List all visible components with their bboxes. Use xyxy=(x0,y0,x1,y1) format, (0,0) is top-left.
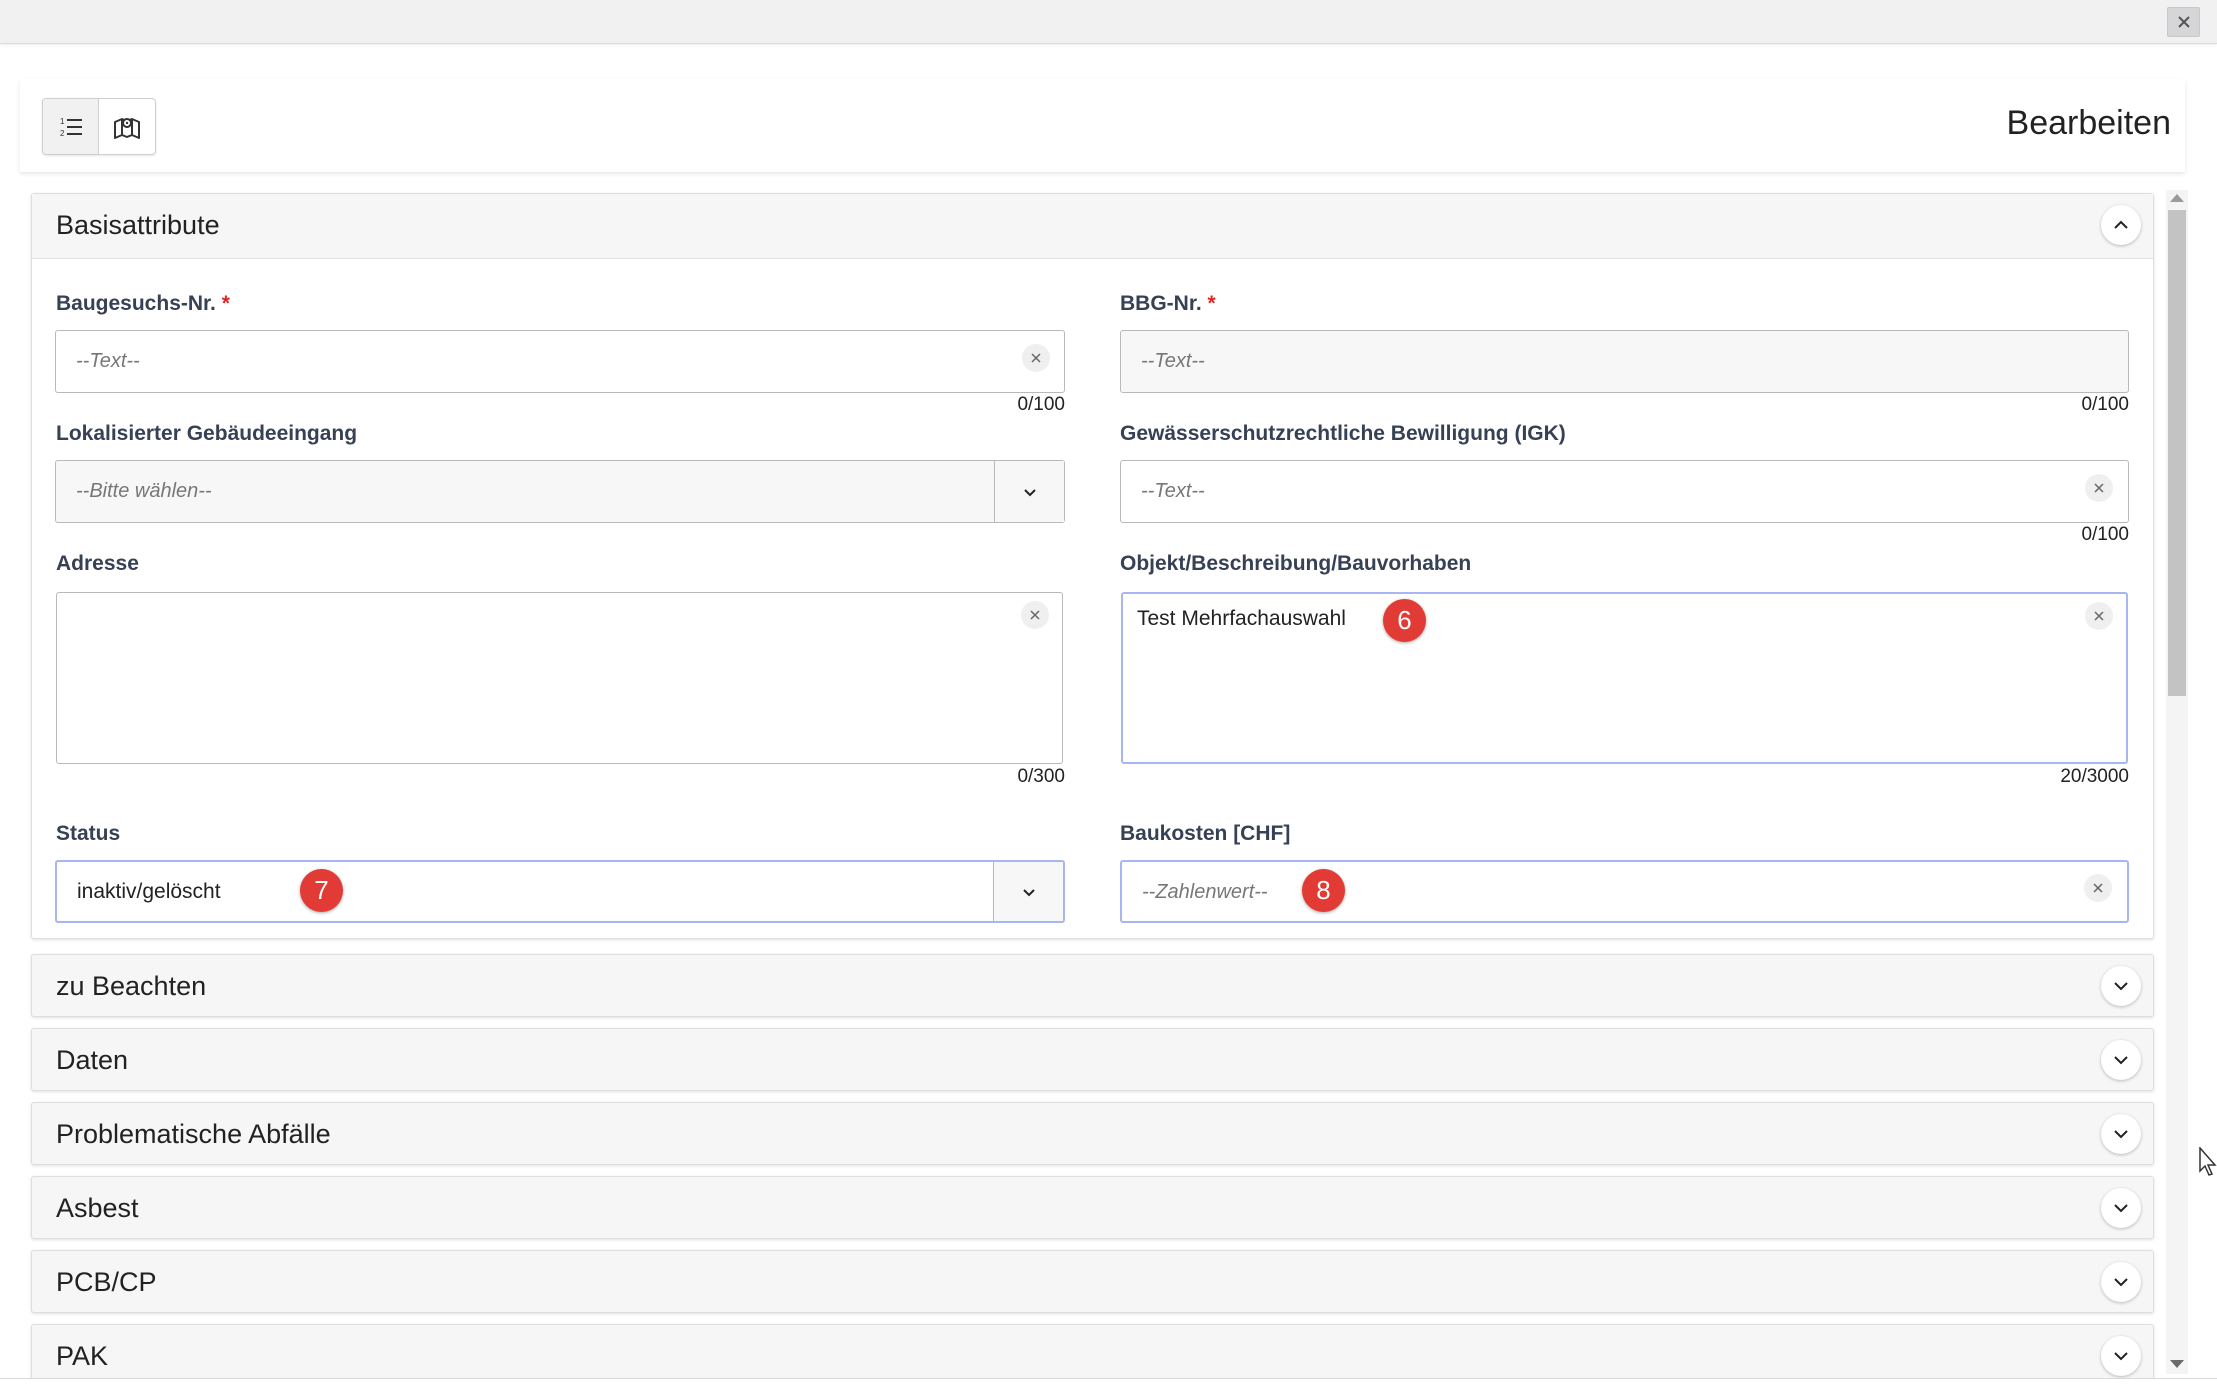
gebaeudeeingang-select[interactable]: --Bitte wählen-- xyxy=(55,460,1065,523)
igk-clear-button[interactable] xyxy=(2085,474,2113,502)
section-daten[interactable]: Daten xyxy=(31,1028,2154,1091)
annotation-badge-6: 6 xyxy=(1383,599,1426,642)
igk-input[interactable]: --Text-- xyxy=(1120,460,2129,523)
expand-button[interactable] xyxy=(2101,966,2141,1006)
section-pcb-cp[interactable]: PCB/CP xyxy=(31,1250,2154,1313)
igk-placeholder: --Text-- xyxy=(1141,480,1205,502)
required-marker: * xyxy=(221,292,230,315)
baukosten-label: Baukosten [CHF] xyxy=(1120,822,1291,845)
gebaeudeeingang-dropdown-button[interactable] xyxy=(994,461,1064,522)
baugesuchs-label: Baugesuchs-Nr. * xyxy=(56,292,230,316)
expand-button[interactable] xyxy=(2101,1336,2141,1376)
annotation-badge-7: 7 xyxy=(300,869,343,912)
section-title: Daten xyxy=(56,1045,129,1075)
panel-header[interactable]: Basisattribute xyxy=(32,194,2153,259)
expand-button[interactable] xyxy=(2101,1114,2141,1154)
svg-text:1: 1 xyxy=(60,117,65,126)
adresse-counter: 0/300 xyxy=(1017,766,1065,787)
baugesuchs-placeholder: --Text-- xyxy=(76,350,140,372)
view-toggle-group: 1 2 xyxy=(42,98,156,155)
clear-icon xyxy=(2094,483,2104,493)
igk-label: Gewässerschutzrechtliche Bewilligung (IG… xyxy=(1120,422,1566,445)
objekt-textarea[interactable]: Test Mehrfachauswahl xyxy=(1121,592,2128,764)
chevron-down-icon xyxy=(2114,1352,2128,1361)
section-asbest[interactable]: Asbest xyxy=(31,1176,2154,1239)
objekt-label: Objekt/Beschreibung/Bauvorhaben xyxy=(1120,552,1472,575)
vertical-scrollbar[interactable] xyxy=(2166,190,2188,1374)
adresse-textarea[interactable] xyxy=(56,592,1063,764)
collapse-button[interactable] xyxy=(2101,205,2141,245)
section-problematische-abfaelle[interactable]: Problematische Abfälle xyxy=(31,1102,2154,1165)
chevron-down-icon xyxy=(2114,1130,2128,1139)
section-title: Asbest xyxy=(56,1193,139,1223)
clear-icon xyxy=(2093,883,2103,893)
map-icon xyxy=(114,117,140,139)
section-title: PAK xyxy=(56,1341,109,1371)
bbg-counter: 0/100 xyxy=(2081,394,2129,415)
window-bottom-edge xyxy=(0,1378,2217,1400)
close-button[interactable] xyxy=(2167,7,2200,37)
objekt-clear-button[interactable] xyxy=(2085,602,2113,630)
adresse-clear-button[interactable] xyxy=(1021,601,1049,629)
bbg-label: BBG-Nr. * xyxy=(1120,292,1216,316)
expand-button[interactable] xyxy=(2101,1188,2141,1228)
list-view-button[interactable]: 1 2 xyxy=(43,99,100,154)
numbered-list-icon: 1 2 xyxy=(60,117,82,138)
section-title: Problematische Abfälle xyxy=(56,1119,331,1149)
gebaeudeeingang-label: Lokalisierter Gebäudeeingang xyxy=(56,422,358,445)
expand-button[interactable] xyxy=(2101,1040,2141,1080)
chevron-up-icon xyxy=(2114,220,2128,229)
gebaeudeeingang-placeholder: --Bitte wählen-- xyxy=(76,480,212,502)
panel-title: Basisattribute xyxy=(56,210,220,240)
chevron-down-icon xyxy=(1023,488,1036,496)
bbg-placeholder: --Text-- xyxy=(1141,350,1205,372)
annotation-badge-8: 8 xyxy=(1302,869,1345,912)
status-value: inaktiv/gelöscht xyxy=(77,880,221,903)
toolbar: 1 2 Bearbeiten xyxy=(20,79,2185,172)
section-zu-beachten[interactable]: zu Beachten xyxy=(31,954,2154,1017)
clear-icon xyxy=(1030,610,1040,620)
adresse-label: Adresse xyxy=(56,552,139,575)
mouse-cursor-icon xyxy=(2199,1147,2217,1176)
expand-button[interactable] xyxy=(2101,1262,2141,1302)
objekt-value: Test Mehrfachauswahl xyxy=(1137,607,1346,630)
igk-counter: 0/100 xyxy=(2081,524,2129,545)
clear-icon xyxy=(1031,353,1041,363)
baukosten-input[interactable]: --Zahlenwert-- xyxy=(1120,860,2129,923)
basisattribute-panel: Basisattribute Baugesuchs-Nr. * --Text--… xyxy=(31,193,2154,939)
scroll-down-arrow[interactable] xyxy=(2170,1360,2184,1368)
objekt-counter: 20/3000 xyxy=(2060,766,2129,787)
page-title: Bearbeiten xyxy=(2006,104,2171,142)
close-icon xyxy=(2177,16,2190,28)
clear-icon xyxy=(2094,611,2104,621)
baugesuchs-clear-button[interactable] xyxy=(1022,344,1050,372)
chevron-down-icon xyxy=(2114,982,2128,991)
chevron-down-icon xyxy=(2114,1204,2128,1213)
required-marker: * xyxy=(1207,292,1216,315)
baugesuchs-label-text: Baugesuchs-Nr. xyxy=(56,292,216,315)
section-title: zu Beachten xyxy=(56,971,207,1001)
chevron-down-icon xyxy=(2114,1278,2128,1287)
status-dropdown-button[interactable] xyxy=(993,862,1063,921)
svg-text:2: 2 xyxy=(60,129,65,138)
status-select[interactable]: inaktiv/gelöscht xyxy=(55,860,1065,923)
section-title: PCB/CP xyxy=(56,1267,157,1297)
baukosten-placeholder: --Zahlenwert-- xyxy=(1142,881,1268,903)
scroll-up-arrow[interactable] xyxy=(2170,194,2184,202)
baugesuchs-input[interactable]: --Text-- xyxy=(55,330,1065,393)
chevron-down-icon xyxy=(2114,1056,2128,1065)
map-view-button[interactable] xyxy=(99,99,155,154)
scroll-thumb[interactable] xyxy=(2168,210,2186,696)
baukosten-clear-button[interactable] xyxy=(2084,874,2112,902)
window-title-bar xyxy=(0,0,2217,44)
baugesuchs-counter: 0/100 xyxy=(1017,394,1065,415)
bbg-input[interactable]: --Text-- xyxy=(1120,330,2129,393)
bbg-label-text: BBG-Nr. xyxy=(1120,292,1202,315)
chevron-down-icon xyxy=(1022,888,1035,896)
status-label: Status xyxy=(56,822,121,845)
